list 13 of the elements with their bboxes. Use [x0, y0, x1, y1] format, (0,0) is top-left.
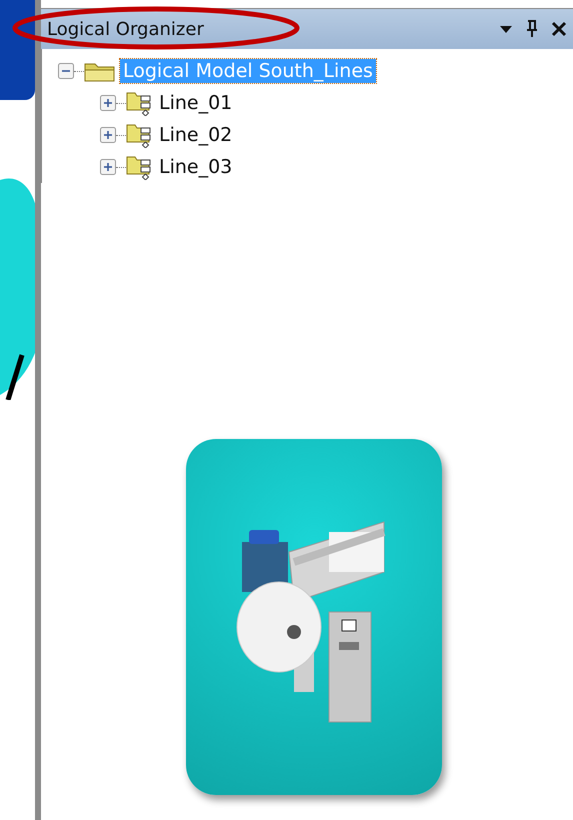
- folder-diagram-icon: [126, 122, 152, 148]
- tree-item[interactable]: Line_01: [156, 91, 236, 115]
- tree-item[interactable]: Line_03: [156, 155, 236, 179]
- expand-icon[interactable]: [100, 95, 116, 111]
- collapse-icon[interactable]: [58, 63, 74, 79]
- close-icon[interactable]: [551, 21, 567, 37]
- expand-icon[interactable]: [100, 159, 116, 175]
- folder-diagram-icon: [126, 90, 152, 116]
- tree-item[interactable]: Line_02: [156, 123, 236, 147]
- pin-icon[interactable]: [525, 20, 539, 38]
- folder-diagram-icon: [126, 154, 152, 180]
- panel-title: Logical Organizer: [47, 18, 204, 40]
- expand-icon[interactable]: [100, 127, 116, 143]
